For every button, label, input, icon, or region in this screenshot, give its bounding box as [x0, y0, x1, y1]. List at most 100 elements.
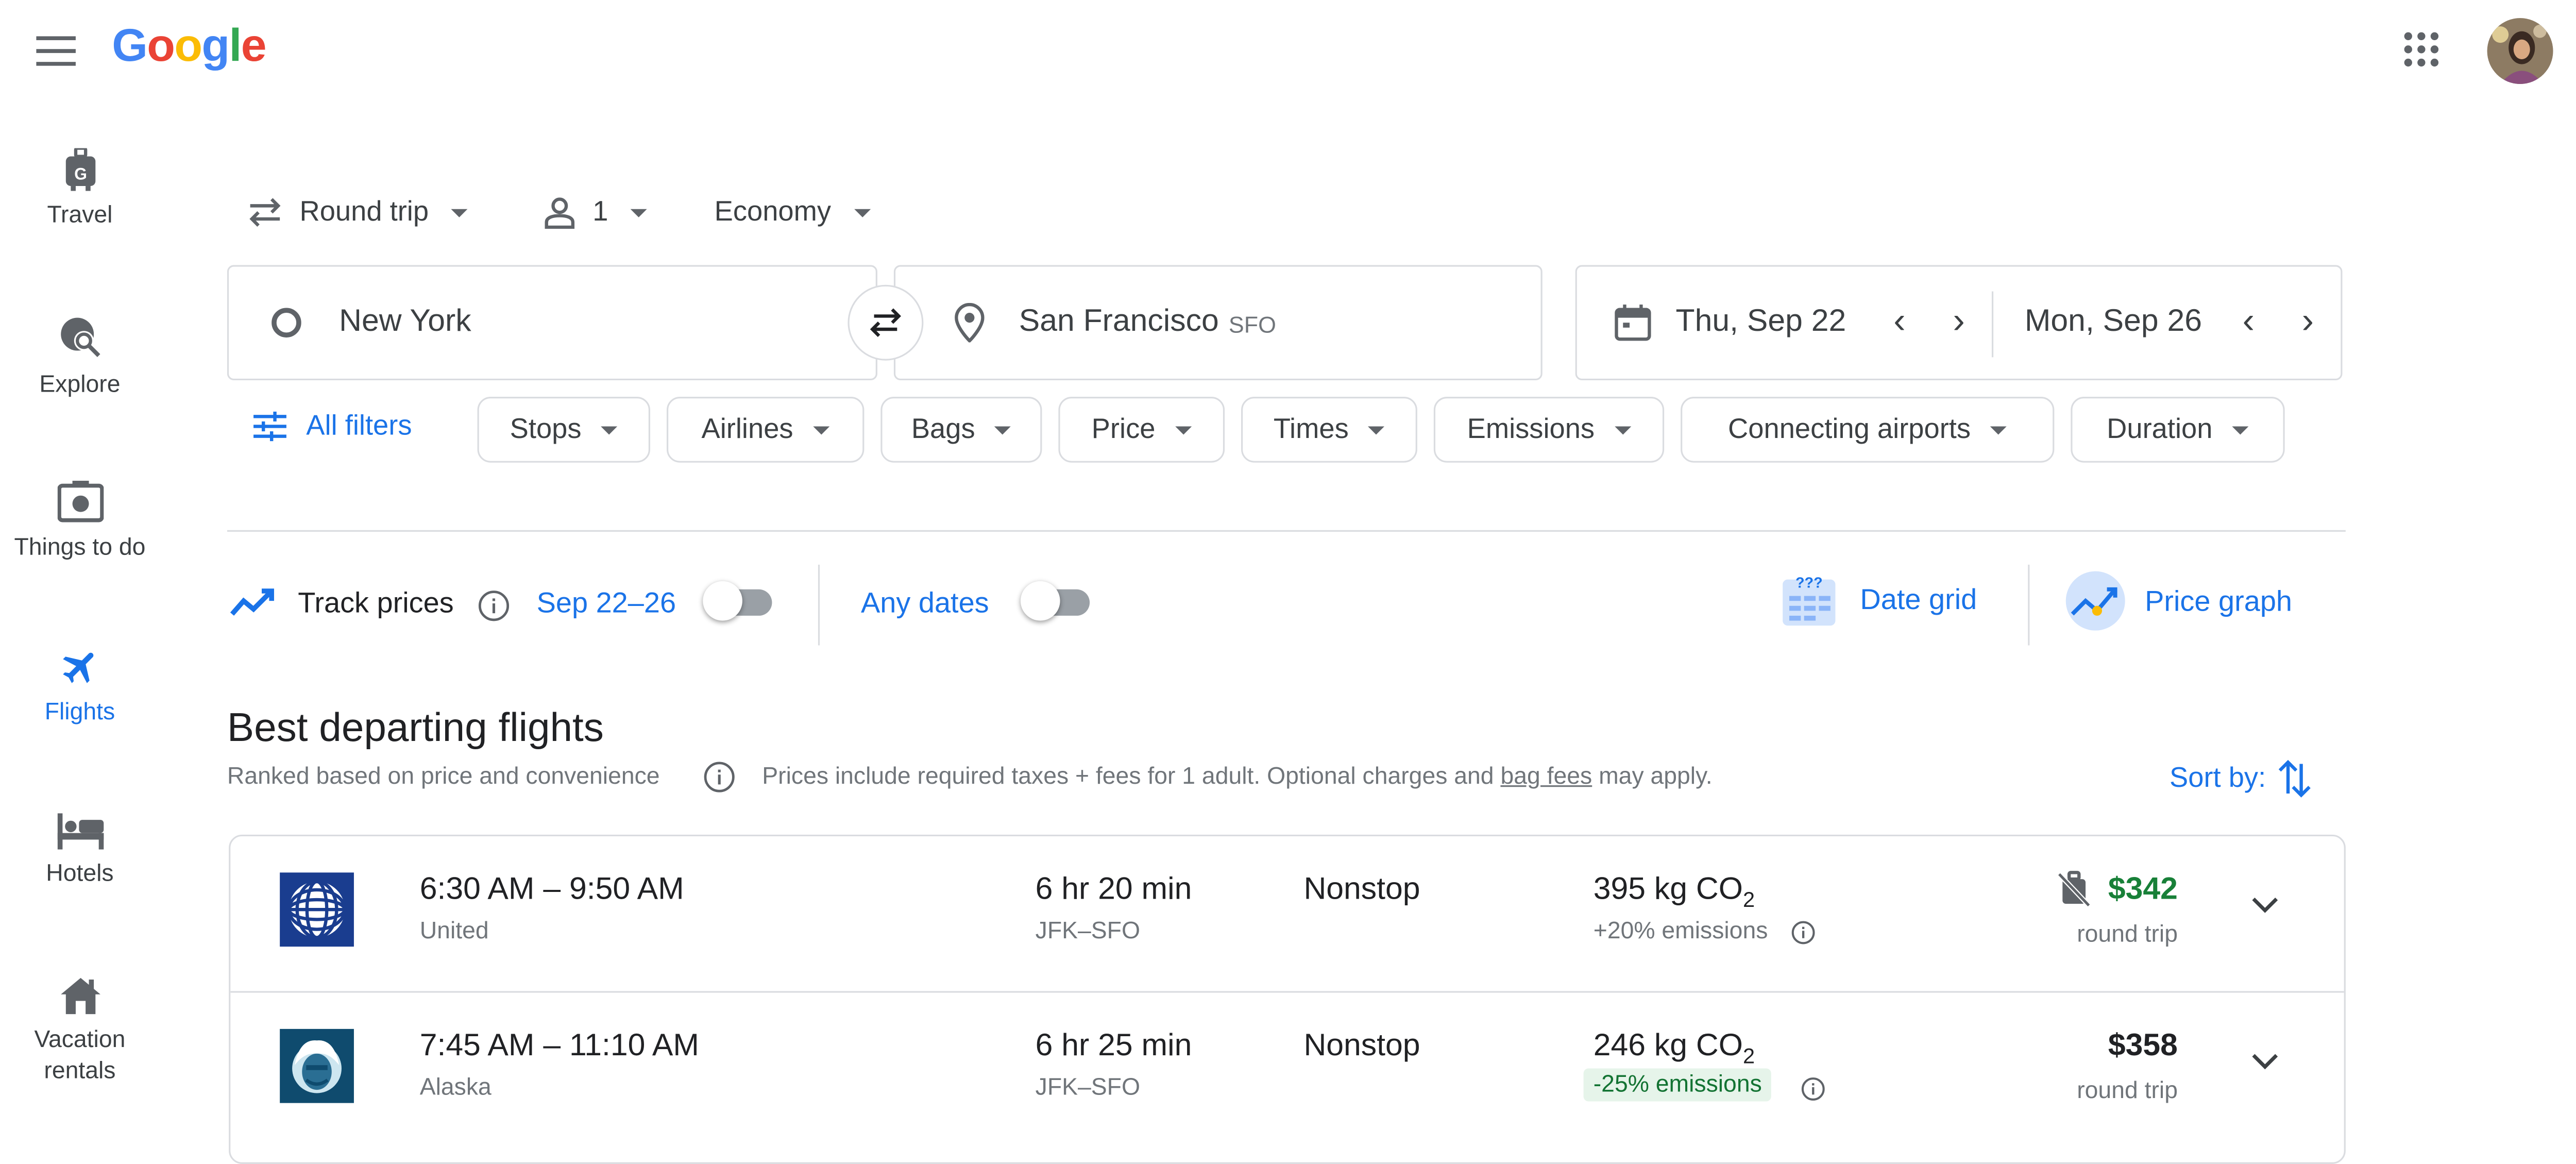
flight-route: JFK–SFO: [1035, 918, 1141, 945]
all-filters-button[interactable]: All filters: [253, 410, 412, 443]
passenger-count: 1: [592, 196, 608, 227]
chevron-down-icon: [1990, 425, 2007, 434]
toggle-knob: [1020, 581, 1060, 621]
filter-chip-stops[interactable]: Stops: [477, 396, 651, 463]
sidebar-item-flights[interactable]: Flights: [0, 645, 160, 729]
trending-icon: [229, 584, 275, 620]
flight-list: 6:30 AM – 9:50 AM United 6 hr 20 min JFK…: [229, 834, 2346, 1164]
sidebar-item-explore[interactable]: Explore: [0, 314, 160, 401]
sidebar-item-things-to-do[interactable]: Things to do: [0, 480, 160, 565]
info-icon[interactable]: [1791, 920, 1816, 945]
flight-row[interactable]: 6:30 AM – 9:50 AM United 6 hr 20 min JFK…: [230, 836, 2344, 991]
view-divider: [2028, 564, 2030, 646]
flight-price: $342: [2108, 872, 2178, 907]
flight-duration: 6 hr 20 min: [1035, 872, 1192, 907]
date-grid-button[interactable]: ??? Date grid: [1781, 571, 1977, 628]
return-next-icon[interactable]: ›: [2285, 299, 2331, 342]
chevron-down-icon: [812, 425, 829, 434]
co2-subscript: 2: [1742, 887, 1755, 912]
explore-icon: [57, 314, 103, 360]
prices-note: Prices include required taxes + fees for…: [762, 764, 1712, 790]
filter-chip-duration[interactable]: Duration: [2071, 396, 2285, 463]
trip-type-label: Round trip: [299, 196, 429, 227]
filter-chip-connecting-airports[interactable]: Connecting airports: [1681, 396, 2055, 463]
google-logo[interactable]: Google: [112, 20, 266, 72]
flight-times: 7:45 AM – 11:10 AM: [419, 1028, 699, 1064]
chip-label: Price: [1091, 413, 1156, 445]
airplane-icon: [58, 645, 101, 688]
airline-name: Alaska: [419, 1075, 492, 1102]
info-icon[interactable]: [478, 589, 511, 622]
info-icon[interactable]: [1801, 1077, 1825, 1102]
co2-value: 395 kg CO: [1593, 872, 1743, 907]
chevron-down-icon: [1614, 425, 1631, 434]
toggle-knob: [703, 581, 742, 621]
filter-chip-bags[interactable]: Bags: [880, 396, 1042, 463]
return-date-value[interactable]: Mon, Sep 26: [2025, 305, 2202, 341]
chip-label: Connecting airports: [1728, 413, 1971, 445]
chevron-down-icon: [601, 425, 618, 434]
chevron-down-icon: [854, 208, 871, 217]
account-avatar[interactable]: [2487, 18, 2553, 84]
price-graph-button[interactable]: Price graph: [2064, 569, 2292, 632]
destination-field[interactable]: San Francisco SFO: [893, 265, 1543, 381]
track-date-range: Sep 22–26: [536, 586, 676, 619]
main-menu-icon[interactable]: [33, 30, 79, 73]
co2-amount: 395 kg CO2: [1594, 872, 1755, 912]
return-prev-icon[interactable]: ‹: [2226, 299, 2272, 342]
any-dates-toggle[interactable]: [1020, 581, 1093, 624]
sidebar-item-travel[interactable]: G Travel: [0, 148, 160, 232]
depart-date-value[interactable]: Thu, Sep 22: [1676, 305, 1846, 341]
swap-locations-button[interactable]: [848, 284, 924, 361]
prices-note-suffix: may apply.: [1592, 764, 1713, 790]
expand-chevron-icon[interactable]: [2248, 1050, 2281, 1073]
flight-row[interactable]: 7:45 AM – 11:10 AM Alaska 6 hr 25 min JF…: [230, 991, 2344, 1148]
cabin-class-select[interactable]: Economy: [715, 184, 871, 241]
filter-chip-emissions[interactable]: Emissions: [1433, 396, 1665, 463]
chevron-down-icon: [451, 208, 468, 217]
co2-value: 246 kg CO: [1593, 1028, 1743, 1064]
bag-fees-link[interactable]: bag fees: [1500, 764, 1592, 790]
info-icon[interactable]: [703, 761, 736, 794]
track-prices-label: Track prices: [298, 586, 454, 619]
origin-field[interactable]: New York: [227, 265, 877, 381]
tune-icon: [253, 411, 286, 442]
co2-subscript: 2: [1742, 1043, 1755, 1068]
airline-name: United: [419, 918, 489, 945]
chip-label: Times: [1273, 413, 1349, 445]
airline-logo-united: [280, 872, 354, 947]
sort-by-button[interactable]: Sort by:: [2170, 757, 2312, 800]
all-filters-label: All filters: [306, 410, 412, 442]
filter-chip-price[interactable]: Price: [1058, 396, 1225, 463]
ranked-note: Ranked based on price and convenience: [227, 764, 660, 790]
sidebar-item-label: Travel: [47, 202, 113, 229]
airline-logo-alaska: [280, 1028, 354, 1103]
emissions-note: +20% emissions: [1593, 918, 1768, 945]
filter-chip-airlines[interactable]: Airlines: [666, 396, 865, 463]
depart-next-icon[interactable]: ›: [1936, 299, 1981, 342]
date-field-divider: [1991, 291, 1994, 358]
sidebar-item-label: Explore: [39, 372, 121, 399]
flight-stops: Nonstop: [1303, 872, 1420, 907]
logo-letter: e: [241, 20, 267, 71]
date-grid-icon: ???: [1781, 571, 1837, 628]
sidebar-item-hotels[interactable]: Hotels: [0, 813, 160, 890]
svg-text:G: G: [74, 164, 87, 183]
emissions-badge-wrap: -25% emissions: [1583, 1068, 1772, 1102]
date-grid-label: Date grid: [1860, 582, 1977, 615]
passengers-select[interactable]: 1: [543, 184, 648, 241]
co2-amount: 246 kg CO2: [1594, 1029, 1755, 1068]
apps-grid-icon[interactable]: [2400, 28, 2443, 71]
origin-circle-icon: [272, 308, 301, 338]
trip-type-select[interactable]: Round trip: [247, 184, 468, 241]
section-divider: [227, 530, 2346, 532]
filter-chip-times[interactable]: Times: [1241, 396, 1417, 463]
date-field[interactable]: Thu, Sep 22 ‹ › Mon, Sep 26 ‹ ›: [1575, 265, 2343, 381]
sidebar-item-vacation-rentals[interactable]: Vacation rentals: [0, 976, 160, 1088]
expand-chevron-icon[interactable]: [2248, 894, 2281, 917]
track-prices-toggle[interactable]: [703, 581, 775, 624]
logo-letter: l: [229, 20, 242, 71]
logo-letter: o: [147, 20, 175, 71]
location-pin-icon: [955, 302, 985, 343]
depart-prev-icon[interactable]: ‹: [1876, 299, 1922, 342]
